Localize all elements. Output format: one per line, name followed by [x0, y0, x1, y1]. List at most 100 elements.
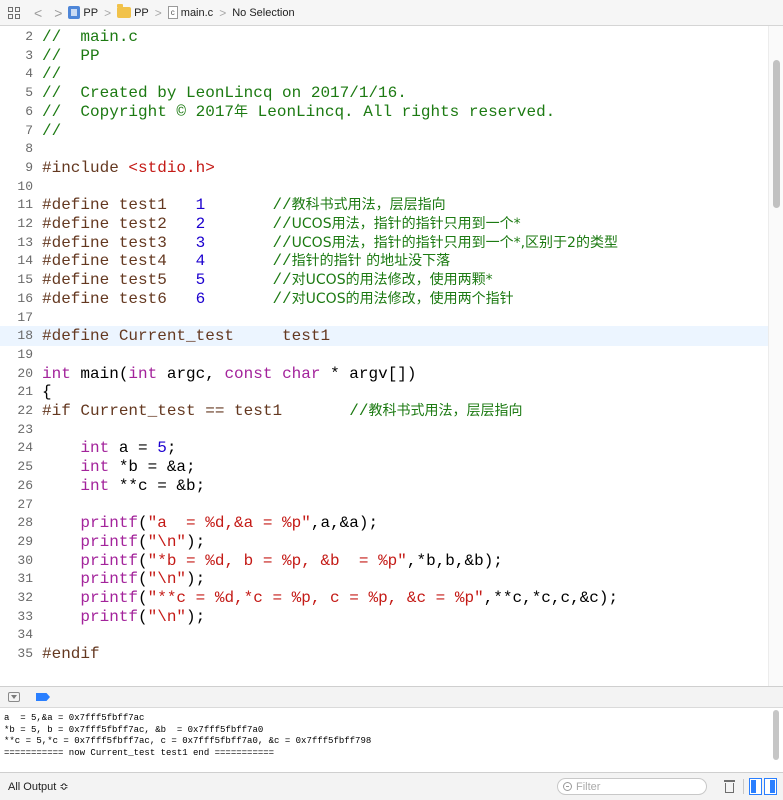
breadcrumb-symbol[interactable]: No Selection [232, 7, 294, 19]
project-icon [68, 6, 81, 19]
console-line: =========== now Current_test test1 end =… [4, 747, 275, 758]
filter-input[interactable] [576, 780, 696, 793]
code-line[interactable]: 13 #define test3 3 //UCOS用法，指针的指针只用到一个*,区… [0, 233, 768, 253]
code-token: ; [166, 439, 177, 458]
code-line[interactable]: 4 // [0, 64, 768, 84]
breadcrumb-file[interactable]: c main.c [167, 6, 213, 19]
code-line[interactable]: 2 // main.c [0, 27, 768, 47]
code-token: // main.c [42, 28, 139, 46]
code-token: 5 [195, 271, 206, 290]
breakpoints-toggle-icon[interactable] [36, 693, 50, 701]
show-console-view-icon[interactable] [764, 778, 777, 795]
code-line[interactable]: 26 int **c = &b; [0, 476, 768, 496]
code-line[interactable]: 35 #endif [0, 644, 768, 664]
line-number: 25 [17, 459, 33, 475]
breadcrumb-group[interactable]: PP [117, 4, 149, 19]
code-line[interactable]: 9 #include <stdio.h> [0, 158, 768, 178]
code-line[interactable]: 30 printf("*b = %d, b = %p, &b = %p",*b,… [0, 551, 768, 571]
code-line[interactable]: 25 int *b = &a; [0, 457, 768, 477]
code-line[interactable]: 22 #if Current_test == test1 //教科书式用法，层层指… [0, 401, 768, 421]
forward-chevron-icon[interactable]: > [54, 6, 62, 20]
code-token: ,a,&a); [310, 514, 379, 533]
code-token: 对UCOS的用法修改，使用两个指针 [291, 290, 514, 307]
code-line[interactable]: 12 #define test2 2 //UCOS用法，指针的指针只用到一个* [0, 214, 768, 234]
code-token: "\n" [147, 532, 187, 551]
code-line[interactable]: 32 printf("**c = %d,*c = %p, c = %p, &c … [0, 588, 768, 608]
code-text: // Copyright © 2017年 LeonLincq. All righ… [42, 102, 555, 122]
code-line[interactable]: 20 int main(int argc, const char * argv[]… [0, 364, 768, 384]
editor-scrollbar-track[interactable] [768, 26, 783, 686]
line-number: 28 [17, 515, 33, 531]
console-scrollbar-thumb[interactable] [773, 710, 779, 760]
code-line[interactable]: 24 int a = 5; [0, 438, 768, 458]
code-line[interactable]: 33 printf("\n"); [0, 607, 768, 627]
code-line[interactable]: 15 #define test5 5 //对UCOS的用法修改，使用两颗* [0, 270, 768, 290]
code-line[interactable]: 18 #define Current_test test1 [0, 326, 768, 347]
code-token: // [272, 252, 292, 271]
hide-debug-area-icon[interactable] [8, 692, 20, 702]
code-line[interactable]: 7 // [0, 121, 768, 141]
code-text: printf("a = %d,&a = %p",a,&a); [42, 513, 378, 533]
filter-field[interactable] [557, 778, 707, 795]
code-text: #define test1 1 //教科书式用法，层层指向 [42, 195, 446, 215]
code-line[interactable]: 5 // Created by LeonLincq on 2017/1/16. [0, 83, 768, 103]
code-line[interactable]: 34 [0, 625, 768, 645]
code-line[interactable]: 27 [0, 495, 768, 515]
code-line[interactable]: 19 [0, 345, 768, 365]
output-selector[interactable]: All Output ≎ [8, 780, 69, 793]
code-line[interactable]: 29 printf("\n"); [0, 532, 768, 552]
code-token: ( [138, 532, 148, 551]
code-line[interactable]: 28 printf("a = %d,&a = %p",a,&a); [0, 513, 768, 533]
code-line[interactable]: 14 #define test4 4 //指针的指针 的地址没下落 [0, 251, 768, 271]
code-token: printf [80, 589, 139, 607]
line-number: 35 [17, 646, 33, 662]
code-line[interactable]: 6 // Copyright © 2017年 LeonLincq. All rig… [0, 102, 768, 122]
code-line[interactable]: 17 [0, 308, 768, 328]
console-output[interactable]: a = 5,&a = 0x7fff5fbff7ac *b = 5, b = 0x7… [0, 708, 783, 772]
code-line[interactable]: 11 #define test1 1 //教科书式用法，层层指向 [0, 195, 768, 215]
breadcrumb-project[interactable]: PP [68, 6, 98, 19]
line-number: 3 [25, 47, 33, 63]
line-number: 7 [25, 122, 33, 138]
line-number: 9 [25, 159, 33, 175]
code-token: int [80, 458, 110, 477]
line-number: 10 [17, 178, 33, 194]
code-token: // [42, 65, 62, 84]
code-token: 4 [195, 252, 206, 271]
code-text: printf("\n"); [42, 532, 205, 552]
code-line[interactable]: 10 [0, 177, 768, 197]
code-token: char [282, 364, 321, 383]
code-token: 1 [195, 196, 206, 215]
code-editor[interactable]: 2 // main.c 3 // PP 4 // 5 // Created by LeonLi… [0, 26, 783, 686]
console-line: **c = 5,*c = 0x7fff5fbff7ac, c = 0x7fff5… [4, 736, 372, 746]
code-token: 指针的指针 的地址没下落 [291, 253, 451, 270]
line-number: 19 [17, 346, 33, 362]
editor-scrollbar-thumb[interactable] [773, 60, 780, 208]
code-token: printf [80, 514, 139, 533]
line-number: 24 [17, 440, 33, 456]
code-token: // [272, 289, 292, 308]
code-line[interactable]: 16 #define test6 6 //对UCOS的用法修改，使用两个指针 [0, 289, 768, 309]
code-text: #define test6 6 //对UCOS的用法修改，使用两个指针 [42, 289, 514, 309]
code-line[interactable]: 31 printf("\n"); [0, 569, 768, 589]
related-items-grid-icon[interactable] [8, 6, 20, 19]
code-line[interactable]: 21 { [0, 382, 768, 402]
code-line[interactable]: 8 [0, 139, 768, 159]
code-token: "**c = %d,*c = %p, c = %p, &c = %p" [147, 589, 484, 607]
code-token: "*b = %d, b = %p, &b = %p" [147, 551, 407, 570]
line-number: 2 [25, 29, 33, 44]
breadcrumb-label: PP [134, 6, 149, 19]
code-line[interactable]: 3 // PP [0, 46, 768, 66]
code-text: #endif [42, 644, 100, 664]
trash-icon[interactable] [724, 779, 735, 793]
code-line[interactable]: 23 [0, 420, 768, 440]
line-number: 17 [17, 309, 33, 325]
code-token: ( [138, 514, 148, 533]
code-token: ( [138, 570, 148, 589]
back-chevron-icon[interactable]: < [34, 6, 42, 20]
show-variables-view-icon[interactable] [749, 778, 762, 795]
code-token: #if Current_test == test1 [42, 402, 350, 420]
